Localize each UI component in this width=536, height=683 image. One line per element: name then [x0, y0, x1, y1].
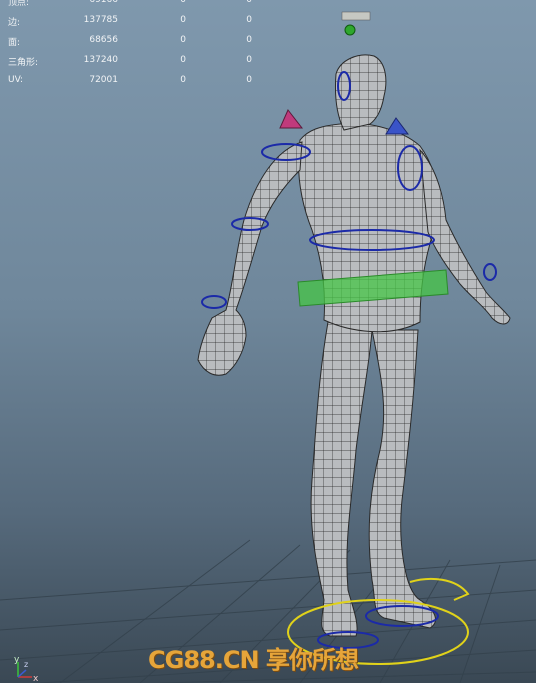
- hud-label: 顶点:: [8, 0, 30, 8]
- hud-total: 68656: [89, 35, 118, 45]
- hud-selected-b: 0: [246, 15, 252, 25]
- watermark: CG88.CN 享你所想: [148, 646, 359, 674]
- hud-selected-b: 0: [246, 75, 252, 85]
- maya-viewport[interactable]: y x z 顶点: 69166 0 0 边: 137785 0 0 面: 686…: [0, 0, 536, 683]
- head-label-box: [341, 11, 371, 21]
- hud-selected: 0: [180, 0, 186, 5]
- wrist-left-control: [201, 295, 227, 309]
- left-arm: [197, 141, 303, 376]
- hud-total: 137785: [83, 15, 118, 25]
- axis-x-label: x: [33, 674, 39, 683]
- hud-selected: 0: [180, 75, 186, 85]
- hud-total: 69166: [89, 0, 118, 5]
- axis-y-label: y: [14, 655, 20, 665]
- clavicle-left-marker[interactable]: [279, 109, 304, 129]
- hud-label: UV:: [8, 75, 24, 85]
- head-picker[interactable]: [344, 24, 356, 36]
- character-mesh[interactable]: [197, 54, 511, 637]
- hud-label: 面:: [8, 38, 21, 48]
- hud-total: 72001: [89, 75, 118, 85]
- right-leg: [368, 329, 436, 629]
- hud-label: 边:: [8, 18, 21, 28]
- hud-selected: 0: [180, 15, 186, 25]
- hud-selected-b: 0: [246, 0, 252, 5]
- scene-canvas[interactable]: y x z: [0, 0, 536, 683]
- hud-label: 三角形:: [8, 58, 39, 68]
- right-arm: [419, 148, 511, 325]
- left-leg: [310, 321, 373, 637]
- hud-selected-b: 0: [246, 35, 252, 45]
- wrist-right-control: [483, 263, 497, 281]
- hud-total: 137240: [83, 55, 118, 65]
- hud-selected: 0: [180, 55, 186, 65]
- hud-selected: 0: [180, 35, 186, 45]
- clavicle-right-marker[interactable]: [385, 117, 409, 135]
- axis-z-label: z: [24, 660, 28, 669]
- hud-selected-b: 0: [246, 55, 252, 65]
- head: [335, 54, 387, 131]
